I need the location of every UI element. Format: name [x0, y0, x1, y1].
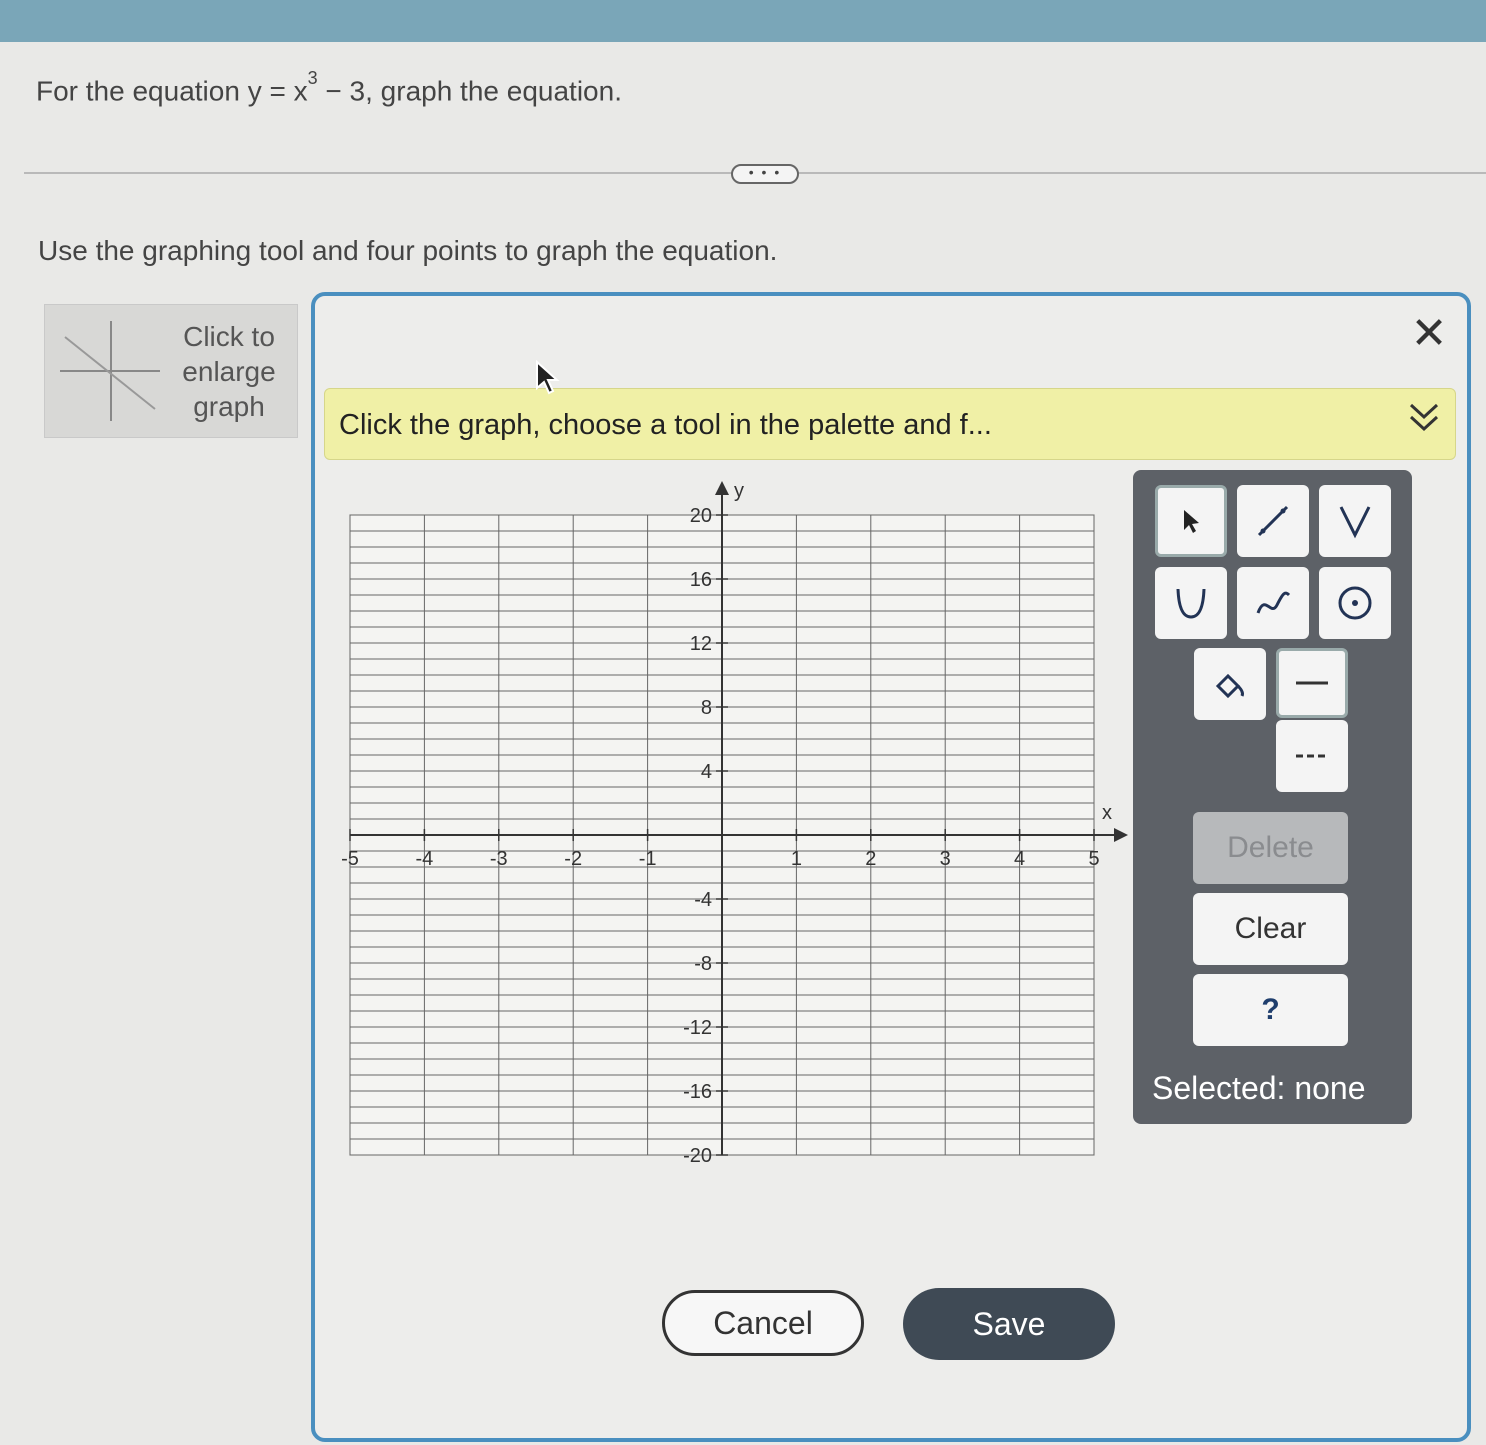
line-tool-button[interactable] — [1237, 485, 1309, 557]
y-tick-label: 12 — [690, 633, 712, 655]
line-segment-icon — [1257, 505, 1289, 537]
x-axis-arrow-icon — [1114, 828, 1128, 842]
y-tick-label: -20 — [683, 1145, 712, 1167]
chevron-down-icon[interactable] — [1407, 401, 1441, 444]
circle-tool-button[interactable] — [1319, 567, 1391, 639]
clear-button[interactable]: Clear — [1193, 893, 1348, 965]
x-tick-label: -4 — [416, 848, 434, 870]
graph-thumbnail-icon — [60, 321, 160, 421]
y-tick-label: -16 — [683, 1081, 712, 1103]
solid-line-button[interactable] — [1276, 648, 1348, 718]
parabola-tool-button[interactable] — [1155, 567, 1227, 639]
question-suffix: − 3, graph the equation. — [317, 75, 622, 107]
parabola-icon — [1176, 588, 1206, 619]
help-button[interactable]: ? — [1193, 974, 1348, 1046]
y-tick-label: -12 — [683, 1017, 712, 1039]
x-tick-label: -5 — [341, 848, 359, 870]
show-more-button[interactable]: • • • — [731, 164, 799, 184]
enlarge-graph-label: Click to enlarge graph — [182, 321, 276, 422]
cubic-curve-icon — [1256, 591, 1291, 614]
enlarge-graph-button[interactable]: Click to enlarge graph — [44, 304, 298, 438]
pointer-icon — [1184, 510, 1199, 533]
delete-button[interactable]: Delete — [1193, 812, 1348, 884]
y-tick-label: 20 — [690, 505, 712, 527]
x-tick-label: -3 — [490, 848, 508, 870]
x-tick-label: 3 — [940, 848, 951, 870]
x-tick-label: 2 — [865, 848, 876, 870]
x-tick-label: 1 — [791, 848, 802, 870]
pointer-tool-button[interactable] — [1155, 485, 1227, 557]
x-tick-label: -2 — [564, 848, 582, 870]
fill-tool-button[interactable] — [1194, 648, 1266, 720]
y-tick-label: 4 — [701, 761, 712, 783]
close-icon[interactable]: ✕ — [1408, 312, 1450, 356]
x-axis-label: x — [1102, 802, 1112, 824]
y-tick-label: -4 — [694, 889, 712, 911]
instruction-text: Use the graphing tool and four points to… — [38, 235, 778, 266]
cancel-button[interactable]: Cancel — [662, 1290, 864, 1356]
mouse-cursor-icon — [536, 360, 560, 395]
dashed-line-icon — [1296, 754, 1328, 758]
y-axis-arrow-icon — [715, 481, 729, 495]
solid-line-icon — [1296, 681, 1328, 685]
circle-icon — [1338, 586, 1372, 620]
question-prefix: For the equation y = x — [36, 75, 308, 107]
absolute-value-icon — [1339, 506, 1371, 539]
save-button[interactable]: Save — [903, 1288, 1115, 1360]
question-exponent: 3 — [307, 68, 318, 88]
y-axis-label: y — [734, 480, 744, 502]
x-tick-label: 5 — [1088, 848, 1099, 870]
x-tick-label: -1 — [639, 848, 657, 870]
y-tick-label: -8 — [694, 953, 712, 975]
fill-icon — [1215, 673, 1244, 699]
x-tick-label: 4 — [1014, 848, 1025, 870]
curve-tool-button[interactable] — [1237, 567, 1309, 639]
selected-status: Selected: none — [1152, 1070, 1366, 1106]
dashed-line-button[interactable] — [1276, 720, 1348, 792]
hint-bar: Click the graph, choose a tool in the pa… — [324, 388, 1456, 460]
hint-text: Click the graph, choose a tool in the pa… — [339, 409, 992, 441]
question-text: For the equation y = x3 − 3, graph the e… — [36, 68, 622, 107]
y-tick-label: 16 — [690, 569, 712, 591]
absolute-value-tool-button[interactable] — [1319, 485, 1391, 557]
graph-canvas[interactable]: xy-5 -4 -3 -2 -1 1 2 3 4 520161284-4-8-12-16-20 — [330, 475, 1130, 1175]
y-tick-label: 8 — [701, 697, 712, 719]
top-bar — [0, 0, 1486, 42]
